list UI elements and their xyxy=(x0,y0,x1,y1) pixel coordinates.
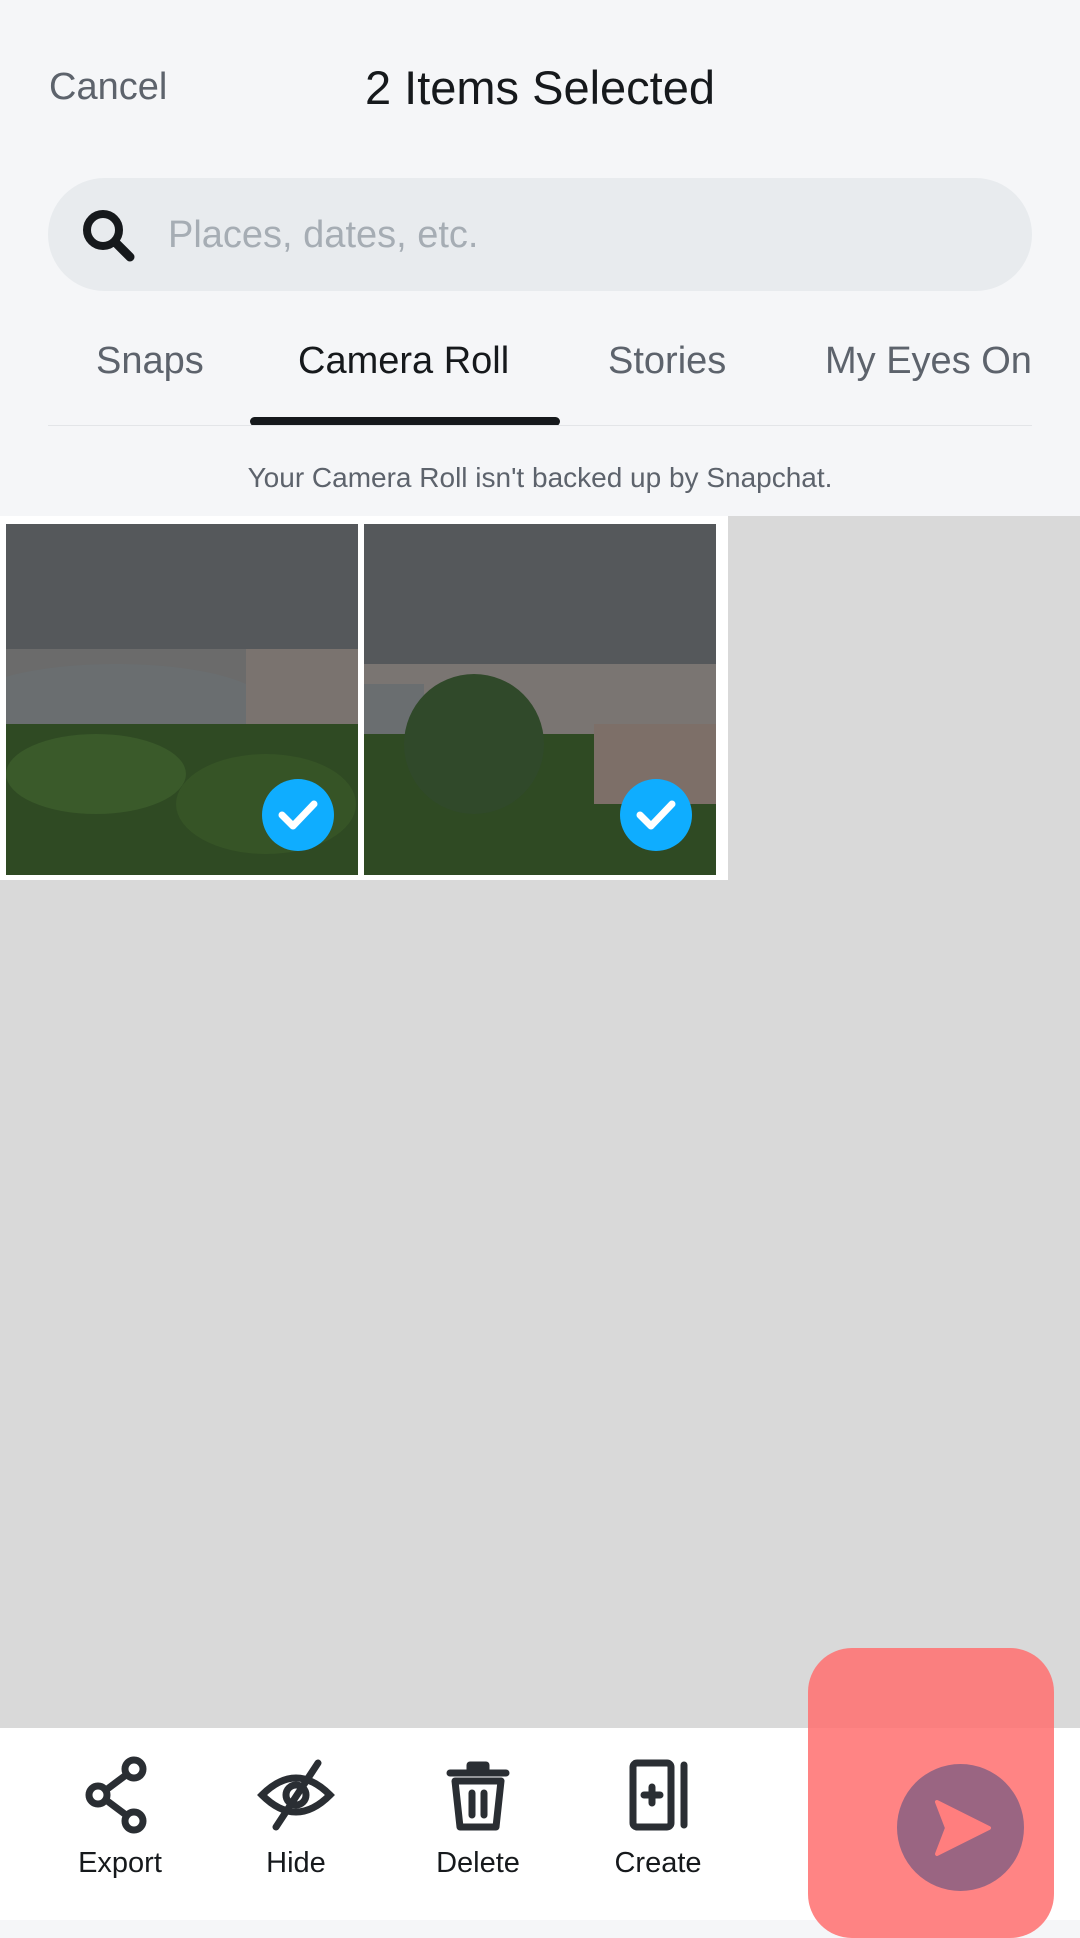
trash-icon xyxy=(446,1761,510,1831)
send-arrow-icon xyxy=(934,1799,991,1856)
send-button[interactable] xyxy=(897,1764,1024,1891)
delete-button[interactable]: Delete xyxy=(408,1755,548,1880)
tab-stories[interactable]: Stories xyxy=(608,340,726,383)
tab-camera-roll[interactable]: Camera Roll xyxy=(298,340,509,383)
tab-snaps[interactable]: Snaps xyxy=(96,340,204,383)
export-label: Export xyxy=(78,1847,162,1879)
hide-label: Hide xyxy=(266,1847,326,1879)
create-button[interactable]: Create xyxy=(588,1755,728,1880)
share-icon xyxy=(85,1756,147,1834)
selected-check-icon xyxy=(262,779,334,851)
divider xyxy=(48,425,1032,426)
photo-thumbnail[interactable] xyxy=(6,524,358,875)
hide-button[interactable]: Hide xyxy=(226,1755,366,1880)
delete-label: Delete xyxy=(436,1847,520,1879)
eye-off-icon xyxy=(257,1759,335,1831)
selected-check-icon xyxy=(620,779,692,851)
backup-notice: Your Camera Roll isn't backed up by Snap… xyxy=(247,462,833,493)
create-story-icon xyxy=(629,1759,688,1831)
page-title: 2 Items Selected xyxy=(364,61,716,114)
export-button[interactable]: Export xyxy=(50,1755,190,1880)
tab-my-eyes-only[interactable]: My Eyes On xyxy=(825,340,1032,383)
search-placeholder: Places, dates, etc. xyxy=(168,214,479,256)
photo-thumbnail[interactable] xyxy=(364,524,716,875)
search-icon xyxy=(83,210,135,262)
create-label: Create xyxy=(614,1847,702,1879)
